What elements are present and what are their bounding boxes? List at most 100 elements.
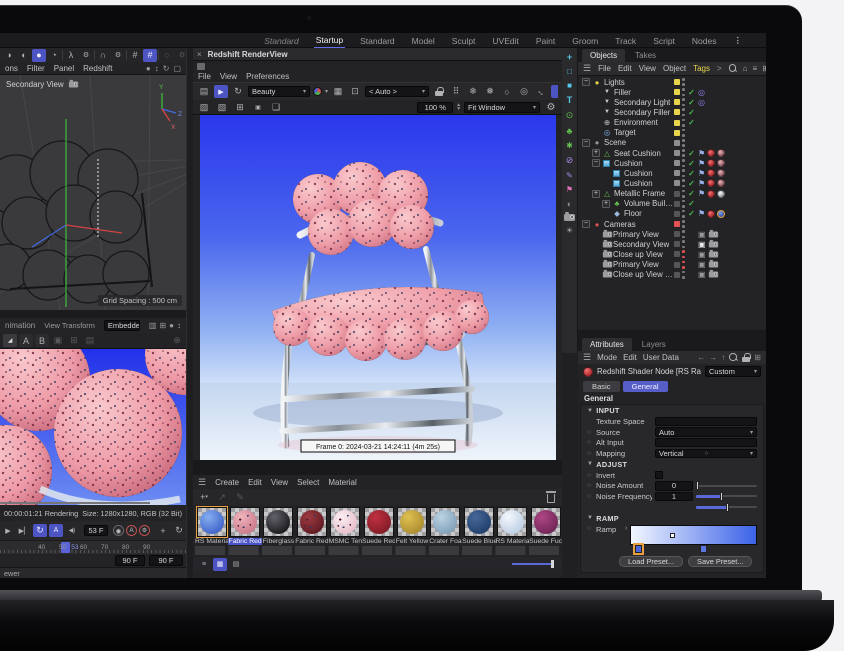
save-preset-button[interactable]: Save Preset... xyxy=(688,556,752,567)
expander-icon[interactable]: + xyxy=(592,149,600,157)
tree-row[interactable]: Close up View▣ xyxy=(578,249,766,259)
move-keys-icon[interactable]: + xyxy=(156,524,170,537)
layout-tab-uvedit[interactable]: UVEdit xyxy=(490,34,520,48)
layer-color[interactable] xyxy=(674,191,680,197)
play-button[interactable]: ▶ xyxy=(1,524,15,537)
rotate-keys-icon[interactable]: ↻ xyxy=(172,524,186,537)
visibility-dots[interactable] xyxy=(682,271,685,279)
deformer-tool-icon[interactable]: ⊘ xyxy=(566,155,574,166)
loop-button[interactable]: ↻ xyxy=(33,524,47,537)
protection-tag-icon[interactable]: ▣ xyxy=(698,270,706,279)
section-adjust-header[interactable]: ▼ADJUST xyxy=(581,459,763,470)
viewport-render-icon[interactable]: ● xyxy=(146,64,151,73)
enabled-check-icon[interactable]: ✓ xyxy=(687,98,696,107)
slider[interactable] xyxy=(696,481,757,490)
add-image-icon[interactable]: ⊞ xyxy=(233,101,247,114)
next-frame-button[interactable]: ▶▏ xyxy=(17,524,31,537)
layer-color[interactable] xyxy=(674,180,680,186)
compare-tab-b[interactable]: B xyxy=(35,334,49,347)
visibility-dots[interactable] xyxy=(682,139,685,147)
view-transform-dropdown[interactable]: Embedded▾ xyxy=(104,320,140,331)
ramp-expand-arrow[interactable]: › xyxy=(625,525,627,532)
up-icon[interactable]: ↑ xyxy=(721,353,725,362)
expander-icon[interactable]: − xyxy=(582,139,590,147)
filter-icon[interactable]: ≡ xyxy=(753,64,758,73)
menu-select[interactable]: Select xyxy=(297,478,319,487)
render-image[interactable]: Frame 0: 2024-03-21 14:24:11 (4m 25s) xyxy=(200,115,556,460)
layer-color[interactable] xyxy=(674,120,680,126)
menu-preferences[interactable]: Preferences xyxy=(246,72,289,81)
tree-row[interactable]: ▼Filler✓◎ xyxy=(578,87,766,97)
material-thumbnail[interactable] xyxy=(364,507,394,537)
material-swatch[interactable]: RS Materia xyxy=(496,507,529,545)
popout-icon[interactable]: ⊞ xyxy=(159,321,166,330)
bucket-grid-icon[interactable]: ⠿ xyxy=(449,85,463,98)
layer-color[interactable] xyxy=(674,211,680,217)
tree-row[interactable]: Primary View▣ xyxy=(578,229,766,239)
layer-color[interactable] xyxy=(674,79,680,85)
enabled-check-icon[interactable]: ✓ xyxy=(687,199,696,208)
move-tool-icon[interactable]: + xyxy=(567,52,572,62)
preset-dropdown[interactable]: Custom▾ xyxy=(705,366,761,377)
camera-tag-icon[interactable] xyxy=(708,262,717,268)
menu-panel[interactable]: Panel xyxy=(54,64,74,73)
shading-hidden-line-icon[interactable]: ◔ xyxy=(47,49,61,62)
visibility-dots[interactable] xyxy=(682,129,685,137)
material-thumbnail[interactable] xyxy=(197,507,227,537)
shading-quick-icon[interactable]: ◐ xyxy=(17,49,31,62)
menu-user-data[interactable]: User Data xyxy=(643,353,679,362)
tree-row[interactable]: −●Scene xyxy=(578,138,766,148)
grid-icon[interactable]: # xyxy=(128,49,142,62)
shading-constant-icon[interactable]: ● xyxy=(32,49,46,62)
range-start-field[interactable]: 90 F xyxy=(115,555,145,566)
keying-settings-button[interactable]: ⚙ xyxy=(139,525,150,536)
text-tool-icon[interactable]: T xyxy=(567,95,573,105)
tree-row[interactable]: ⊕Environment✓ xyxy=(578,118,766,128)
pin-icon[interactable] xyxy=(551,85,558,98)
menu-edit[interactable]: Edit xyxy=(623,353,637,362)
compare-tab-a[interactable]: A xyxy=(19,334,33,347)
visibility-dots[interactable] xyxy=(682,119,685,127)
load-preset-button[interactable]: Load Preset... xyxy=(619,556,683,567)
menu-file[interactable]: File xyxy=(598,64,611,73)
current-frame-field[interactable]: 53 F xyxy=(84,525,108,536)
protection-tag-icon[interactable]: ▣ xyxy=(698,250,706,259)
list-view-icon[interactable]: ≡ xyxy=(197,558,211,571)
generator-icon[interactable]: ⊙ xyxy=(566,110,574,121)
close-icon[interactable]: × xyxy=(197,50,202,59)
expander-icon[interactable]: − xyxy=(582,220,590,228)
compare-disabled-icon-2[interactable]: ⊞ xyxy=(67,334,81,347)
material-swatch[interactable]: Suede Blue xyxy=(462,507,495,545)
layer-color[interactable] xyxy=(674,221,680,227)
tree-row[interactable]: +△Seat Cushion✓⚑ xyxy=(578,148,766,158)
edit-material-icon[interactable]: ✎ xyxy=(233,491,247,504)
camera-object-icon[interactable] xyxy=(564,214,575,221)
deformer-icon[interactable]: ∩ xyxy=(96,49,110,62)
layer-color[interactable] xyxy=(674,262,680,268)
layout-tab-groom[interactable]: Groom xyxy=(570,34,600,48)
material-swatch[interactable]: Felt Yellow xyxy=(395,507,428,545)
menu-mode[interactable]: Mode xyxy=(597,353,617,362)
menu-view[interactable]: View xyxy=(639,64,656,73)
hamburger-icon[interactable]: ☰ xyxy=(583,63,591,74)
cube-primitive-icon[interactable]: ■ xyxy=(567,81,572,90)
protection-tag-icon[interactable]: ▣ xyxy=(698,230,706,239)
pixel-grid-icon[interactable]: ▦ xyxy=(331,85,345,98)
tree-row[interactable]: Cushion✓⚑ xyxy=(578,178,766,188)
material-swatch[interactable]: Fabric Red xyxy=(228,507,261,545)
spline-rect-icon[interactable]: □ xyxy=(567,67,572,76)
snapshot-icon[interactable]: ▤ xyxy=(197,85,211,98)
autokey-record-button[interactable]: A xyxy=(126,525,137,536)
render-dot-icon[interactable]: ● xyxy=(169,321,174,330)
menu-filter[interactable]: Filter xyxy=(27,64,45,73)
material-thumbnail[interactable] xyxy=(464,507,494,537)
hamburger-icon[interactable]: ☰ xyxy=(583,352,591,363)
visibility-dots[interactable] xyxy=(682,88,685,96)
enabled-check-icon[interactable]: ✓ xyxy=(687,149,696,158)
fit-dropdown[interactable]: Fit Window▾ xyxy=(464,102,540,113)
tree-row[interactable]: ▼Secondary Light✓◎ xyxy=(578,97,766,107)
expander-icon[interactable]: + xyxy=(592,190,600,198)
menu-edit[interactable]: Edit xyxy=(248,478,262,487)
shading-gouraud-icon[interactable]: ◑ xyxy=(2,49,16,62)
circle-tool-icon[interactable]: ○ xyxy=(500,85,514,98)
